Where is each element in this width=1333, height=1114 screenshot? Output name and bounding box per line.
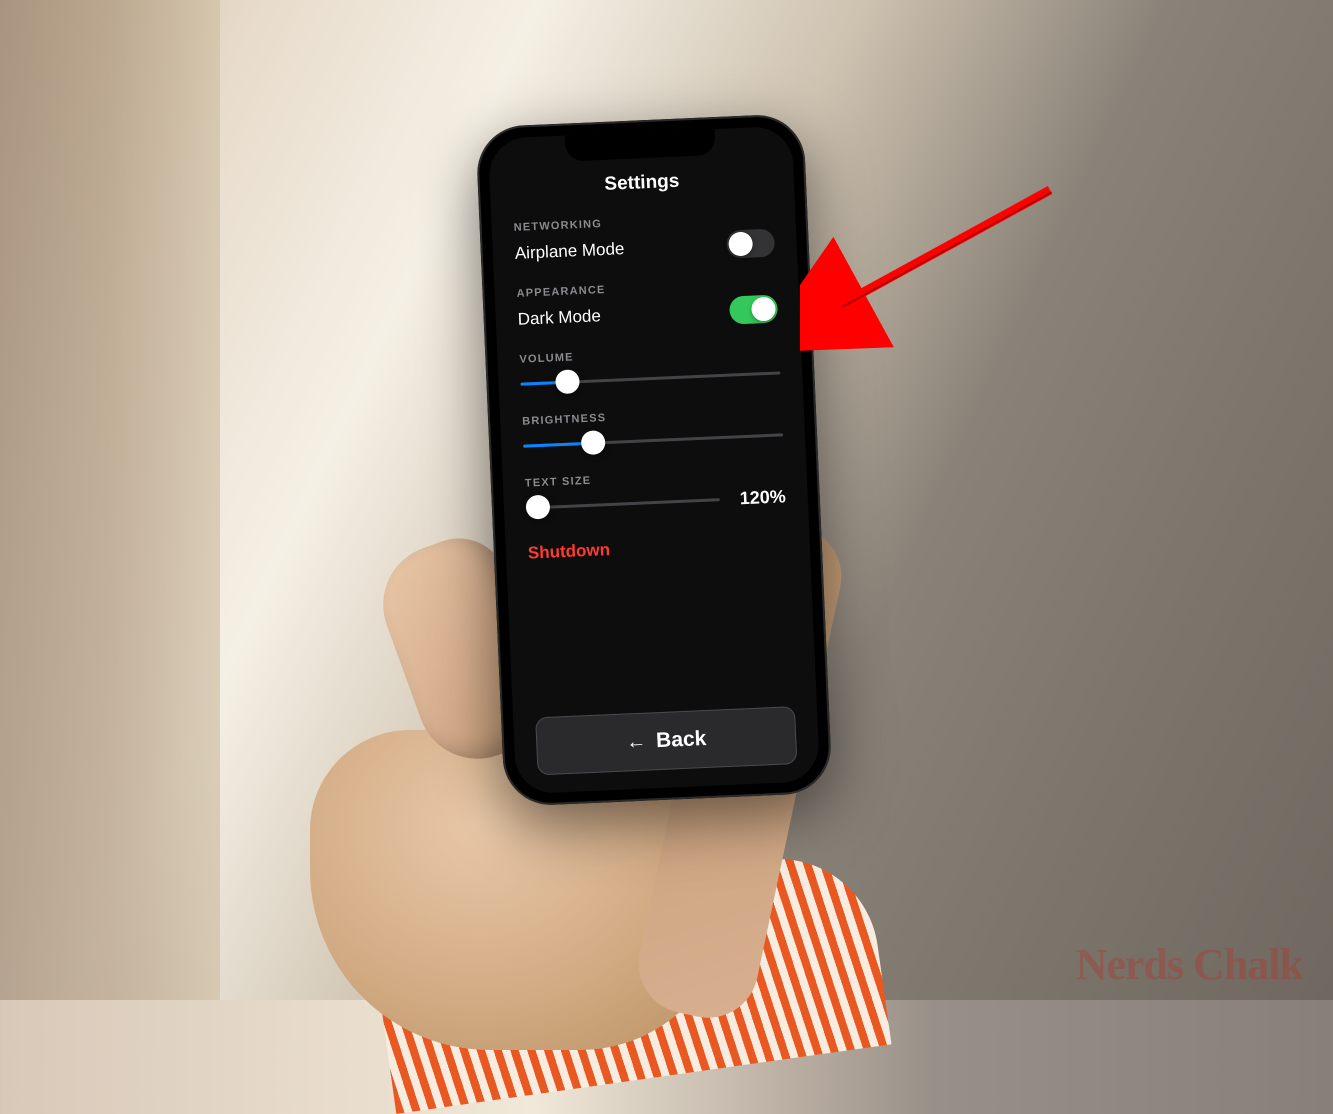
back-button[interactable]: ← Back	[535, 706, 797, 775]
textsize-slider[interactable]	[525, 487, 720, 519]
airplane-mode-row: Airplane Mode	[514, 229, 775, 268]
shutdown-button[interactable]: Shutdown	[528, 532, 789, 563]
brightness-slider[interactable]	[523, 422, 784, 457]
curtain-left	[0, 0, 220, 1000]
volume-slider[interactable]	[520, 360, 781, 395]
back-button-label: Back	[656, 727, 707, 753]
toggle-knob-icon	[728, 232, 753, 257]
toggle-knob-icon	[751, 297, 776, 322]
back-arrow-icon: ←	[626, 730, 647, 754]
phone-screen: Settings NETWORKING Airplane Mode APPEAR…	[488, 126, 820, 795]
slider-knob-icon	[555, 369, 580, 394]
slider-knob-icon	[581, 430, 606, 455]
airplane-mode-toggle[interactable]	[726, 229, 775, 259]
airplane-mode-label: Airplane Mode	[514, 239, 624, 264]
page-title: Settings	[512, 167, 773, 200]
dark-mode-label: Dark Mode	[517, 306, 601, 330]
phone-device: Settings NETWORKING Airplane Mode APPEAR…	[475, 113, 832, 807]
dark-mode-toggle[interactable]	[729, 294, 778, 324]
textsize-value: 120%	[729, 486, 786, 509]
watermark: Nerds Chalk	[1076, 939, 1303, 990]
slider-knob-icon	[525, 495, 550, 520]
dark-mode-row: Dark Mode	[517, 294, 778, 333]
